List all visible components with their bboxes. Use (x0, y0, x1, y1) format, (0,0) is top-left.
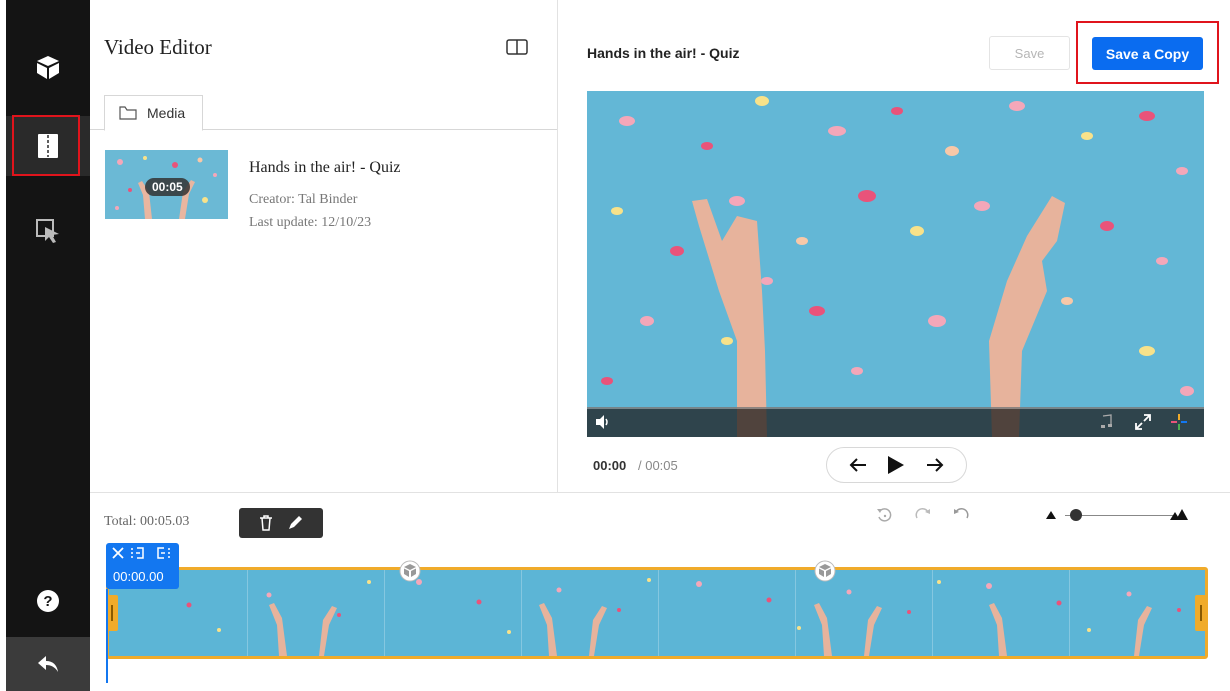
frame-divider (1069, 570, 1070, 656)
entry-title[interactable]: Hands in the air! - Quiz (249, 159, 401, 177)
svg-text:?: ? (43, 593, 52, 610)
playhead-marker[interactable]: 00:00.00 (106, 543, 179, 589)
trim-start-icon[interactable] (131, 547, 147, 559)
rail-item-home[interactable] (6, 37, 90, 97)
video-player[interactable] (587, 91, 1204, 437)
timeline-total: Total: 00:05.03 (104, 514, 190, 529)
player-control-bar (587, 407, 1204, 437)
current-time: 00:00 (593, 458, 627, 473)
reset-icon[interactable] (876, 506, 894, 524)
rail-item-interactions[interactable] (6, 201, 90, 261)
playhead-line[interactable] (106, 589, 108, 683)
playhead-actions (112, 547, 170, 559)
timeline-divider (90, 492, 1230, 493)
duration-badge: 00:05 (145, 178, 190, 196)
frame-divider (384, 570, 385, 656)
music-note-icon[interactable] (1099, 414, 1113, 430)
zoom-in-icon[interactable] (1169, 508, 1189, 522)
timeline-clip[interactable] (106, 567, 1208, 659)
back-button[interactable] (6, 637, 90, 691)
undo-icon[interactable] (952, 506, 970, 524)
player-progress[interactable] (587, 407, 1204, 409)
scissors-icon[interactable] (112, 547, 124, 559)
entry-last-update: Last update: 12/10/23 (249, 215, 372, 230)
page-title: Video Editor (104, 35, 212, 59)
redo-icon[interactable] (914, 506, 932, 524)
frame-divider (247, 570, 248, 656)
video-editor-app: ? Video Editor Media 00:05 Hands in the … (0, 0, 1230, 691)
total-duration: / 00:05 (638, 458, 678, 473)
frame-divider (521, 570, 522, 656)
pointer-icon (36, 219, 59, 243)
entry-creator: Creator: Tal Binder (249, 192, 358, 207)
playback-controls (826, 447, 967, 483)
video-frame (587, 91, 1204, 437)
zoom-slider-knob[interactable] (1070, 509, 1082, 521)
frame-divider (932, 570, 933, 656)
interaction-marker-icon[interactable] (814, 560, 836, 582)
frame-divider (658, 570, 659, 656)
delete-icon[interactable] (259, 515, 273, 531)
step-back-icon[interactable] (849, 458, 867, 472)
play-icon[interactable] (887, 455, 905, 475)
back-arrow-icon (38, 656, 58, 672)
clip-filmstrip (109, 570, 1205, 656)
playhead-time: 00:00.00 (113, 569, 164, 584)
zoom-out-icon[interactable] (1045, 510, 1057, 520)
folder-icon (119, 106, 137, 120)
step-forward-icon[interactable] (926, 458, 944, 472)
help-button[interactable]: ? (6, 571, 90, 631)
split-panel-icon[interactable] (506, 39, 528, 55)
frame-divider (795, 570, 796, 656)
media-pane: Video Editor Media 00:05 Hands in the ai… (90, 0, 558, 492)
edit-pencil-icon[interactable] (287, 515, 303, 531)
left-nav-rail: ? (6, 0, 90, 691)
cube-icon (37, 56, 59, 79)
trim-end-icon[interactable] (154, 547, 170, 559)
history-controls (876, 506, 970, 524)
preview-pane: Hands in the air! - Quiz Save Save a Cop… (559, 0, 1230, 492)
question-icon: ? (37, 590, 59, 612)
fullscreen-icon[interactable] (1134, 413, 1152, 431)
rail-item-editor[interactable] (6, 116, 90, 176)
volume-icon[interactable] (595, 414, 611, 430)
clip-tools-popover (239, 508, 323, 538)
timeline-zoom (1043, 506, 1193, 526)
trim-handle-end[interactable] (1195, 595, 1207, 631)
save-button[interactable]: Save (989, 36, 1070, 70)
editor-icon (38, 134, 58, 158)
player-logo-icon (1171, 414, 1187, 430)
tab-media-label: Media (147, 105, 186, 121)
entry-thumbnail[interactable]: 00:05 (105, 150, 228, 219)
tab-media[interactable]: Media (104, 95, 203, 131)
save-a-copy-button[interactable]: Save a Copy (1092, 37, 1203, 70)
video-title: Hands in the air! - Quiz (587, 45, 740, 61)
interaction-marker-icon[interactable] (399, 560, 421, 582)
